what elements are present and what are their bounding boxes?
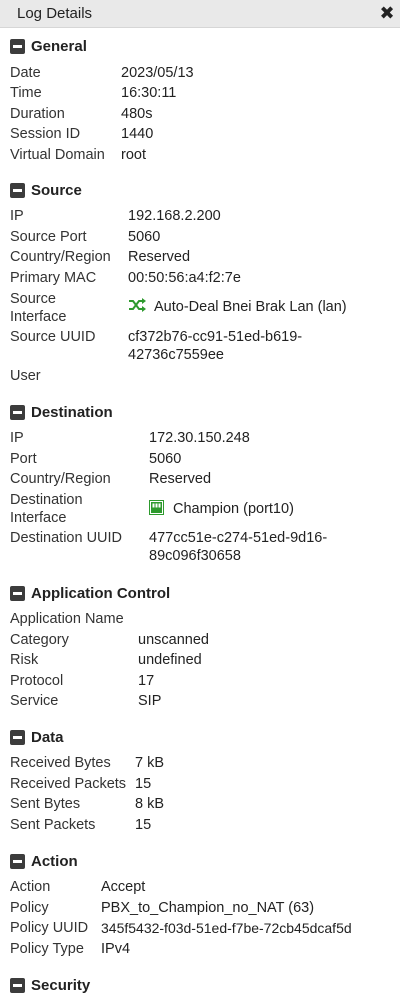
field-value: 172.30.150.248 <box>149 430 250 446</box>
field-value: unscanned <box>138 632 209 648</box>
field-value: IPv4 <box>101 941 131 957</box>
field-label: Sent Bytes <box>10 796 81 812</box>
section-title: Destination <box>31 404 113 421</box>
field-value: root <box>121 147 146 163</box>
field-label: Protocol <box>10 673 64 689</box>
field-label: Policy <box>10 900 49 916</box>
field-label: Received Bytes <box>10 755 111 771</box>
field-value: cf372b76-cc91-51ed-b619- <box>128 329 303 345</box>
field-label: Destination <box>10 492 83 508</box>
field-value: 17 <box>138 673 155 689</box>
field-value: 15 <box>135 776 152 792</box>
close-icon[interactable]: ✖ <box>377 2 397 24</box>
field-label: Country/Region <box>10 249 111 265</box>
policy-link[interactable]: PBX_to_Champion_no_NAT (63) <box>101 899 314 918</box>
collapse-icon[interactable] <box>10 854 25 869</box>
field-value: 00:50:56:a4:f2:7e <box>128 270 241 286</box>
field-value: 192.168.2.200 <box>128 208 221 224</box>
field-label: Country/Region <box>10 471 111 487</box>
field-label: Port <box>10 451 37 467</box>
field-value: Accept <box>101 879 146 895</box>
port-icon <box>149 500 164 515</box>
field-value: undefined <box>138 652 202 668</box>
field-label-cont: Interface <box>10 309 67 325</box>
field-label: Date <box>10 65 41 81</box>
title-bar: Log Details ✖ <box>0 0 400 28</box>
interface-link[interactable]: Auto-Deal Bnei Brak Lan (lan) <box>128 298 347 317</box>
field-label: Time <box>10 85 42 101</box>
field-value: 7 kB <box>135 755 165 771</box>
field-label: Source <box>10 291 56 307</box>
field-value: 480s <box>121 106 153 122</box>
field-value: 8 kB <box>135 796 165 812</box>
interface-name: Champion (port10) <box>173 501 294 517</box>
interface-link[interactable]: Champion (port10) <box>149 500 294 519</box>
field-value: 477cc51e-c274-51ed-9d16- <box>149 530 328 546</box>
field-label: Sent Packets <box>10 817 96 833</box>
field-value: 15 <box>135 817 152 833</box>
field-value-cont: 89c096f30658 <box>149 548 241 564</box>
field-label: Source Port <box>10 229 87 245</box>
field-label: Primary MAC <box>10 270 97 286</box>
collapse-icon[interactable] <box>10 39 25 54</box>
field-label: IP <box>10 430 24 446</box>
section-title: Action <box>31 853 78 870</box>
field-label: Service <box>10 693 59 709</box>
section-title: Source <box>31 182 82 199</box>
field-value: Reserved <box>128 249 191 265</box>
field-value: 2023/05/13 <box>121 65 194 81</box>
section-title: Data <box>31 729 64 746</box>
field-label: User <box>10 368 41 384</box>
field-value: 5060 <box>149 451 182 467</box>
field-label: Virtual Domain <box>10 147 105 163</box>
collapse-icon[interactable] <box>10 405 25 420</box>
field-label: Source UUID <box>10 329 96 345</box>
field-label: IP <box>10 208 24 224</box>
collapse-icon[interactable] <box>10 586 25 601</box>
field-label: Session ID <box>10 126 81 142</box>
section-title: General <box>31 38 87 55</box>
field-value: SIP <box>138 693 162 709</box>
field-label: Policy UUID <box>10 920 89 936</box>
field-value: Reserved <box>149 471 212 487</box>
log-details-panel: Log Details ✖ General Date 2023/05/13 Ti… <box>0 0 400 999</box>
field-value: 345f5432-f03d-51ed-f7be-72cb45dcaf5d <box>101 920 352 936</box>
field-label: Destination UUID <box>10 530 123 546</box>
field-label: Category <box>10 632 69 648</box>
field-label: Risk <box>10 652 39 668</box>
field-value: 16:30:11 <box>121 85 177 101</box>
collapse-icon[interactable] <box>10 730 25 745</box>
field-value-cont: 42736c7559ee <box>128 347 224 363</box>
field-label: Received Packets <box>10 776 127 792</box>
field-label-cont: Interface <box>10 510 67 526</box>
field-label: Action <box>10 879 51 895</box>
interface-name: Auto-Deal Bnei Brak Lan (lan) <box>154 299 347 315</box>
section-title: Security <box>31 977 91 994</box>
section-title: Application Control <box>31 585 171 602</box>
field-value: 1440 <box>121 126 154 142</box>
field-value: 5060 <box>128 229 161 245</box>
field-label: Application Name <box>10 611 124 627</box>
shuffle-icon <box>129 298 146 312</box>
collapse-icon[interactable] <box>10 978 25 993</box>
panel-title: Log Details <box>17 5 93 22</box>
field-label: Duration <box>10 106 65 122</box>
collapse-icon[interactable] <box>10 183 25 198</box>
field-label: Policy Type <box>10 941 84 957</box>
